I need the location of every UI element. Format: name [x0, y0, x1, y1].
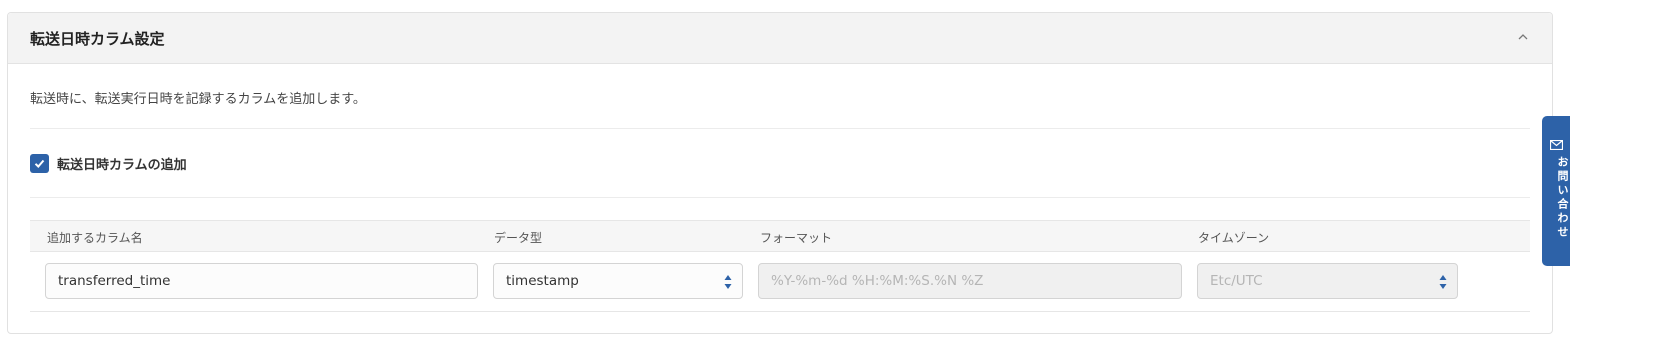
divider: [30, 128, 1530, 129]
table-row: transferred_time timestamp %Y-%m-%d %H:%…: [30, 251, 1530, 312]
timezone-value: Etc/UTC: [1210, 273, 1263, 289]
transfer-datetime-panel: 転送日時カラム設定 転送時に、転送実行日時を記録するカラムを追加します。 転送日…: [7, 12, 1553, 334]
panel-header[interactable]: 転送日時カラム設定: [8, 13, 1552, 64]
panel-title: 転送日時カラム設定: [30, 30, 165, 48]
checkmark-icon: [34, 159, 45, 168]
header-format: フォーマット: [760, 231, 833, 245]
data-type-value: timestamp: [506, 273, 579, 289]
table-header: 追加するカラム名 データ型 フォーマット タイムゾーン: [30, 220, 1530, 252]
contact-side-tab-label: お問い合わせ: [1556, 156, 1569, 240]
column-name-input[interactable]: transferred_time: [45, 263, 478, 299]
header-data-type: データ型: [494, 231, 543, 245]
add-column-checkbox[interactable]: [30, 154, 49, 173]
panel-description: 転送時に、転送実行日時を記録するカラムを追加します。: [30, 92, 366, 107]
select-arrows-icon: [1439, 275, 1447, 289]
contact-side-tab[interactable]: お問い合わせ: [1542, 116, 1570, 266]
divider: [30, 197, 1530, 198]
header-timezone: タイムゾーン: [1198, 231, 1270, 245]
select-arrows-icon: [724, 275, 732, 289]
chevron-up-icon[interactable]: [1516, 30, 1530, 44]
add-column-checkbox-label: 転送日時カラムの追加: [57, 158, 187, 173]
mail-icon: [1550, 140, 1563, 150]
format-input[interactable]: %Y-%m-%d %H:%M:%S.%N %Z: [758, 263, 1182, 299]
header-column-name: 追加するカラム名: [47, 231, 143, 245]
data-type-select[interactable]: timestamp: [493, 263, 743, 299]
timezone-select[interactable]: Etc/UTC: [1197, 263, 1458, 299]
add-column-checkbox-row[interactable]: 転送日時カラムの追加: [30, 154, 187, 173]
